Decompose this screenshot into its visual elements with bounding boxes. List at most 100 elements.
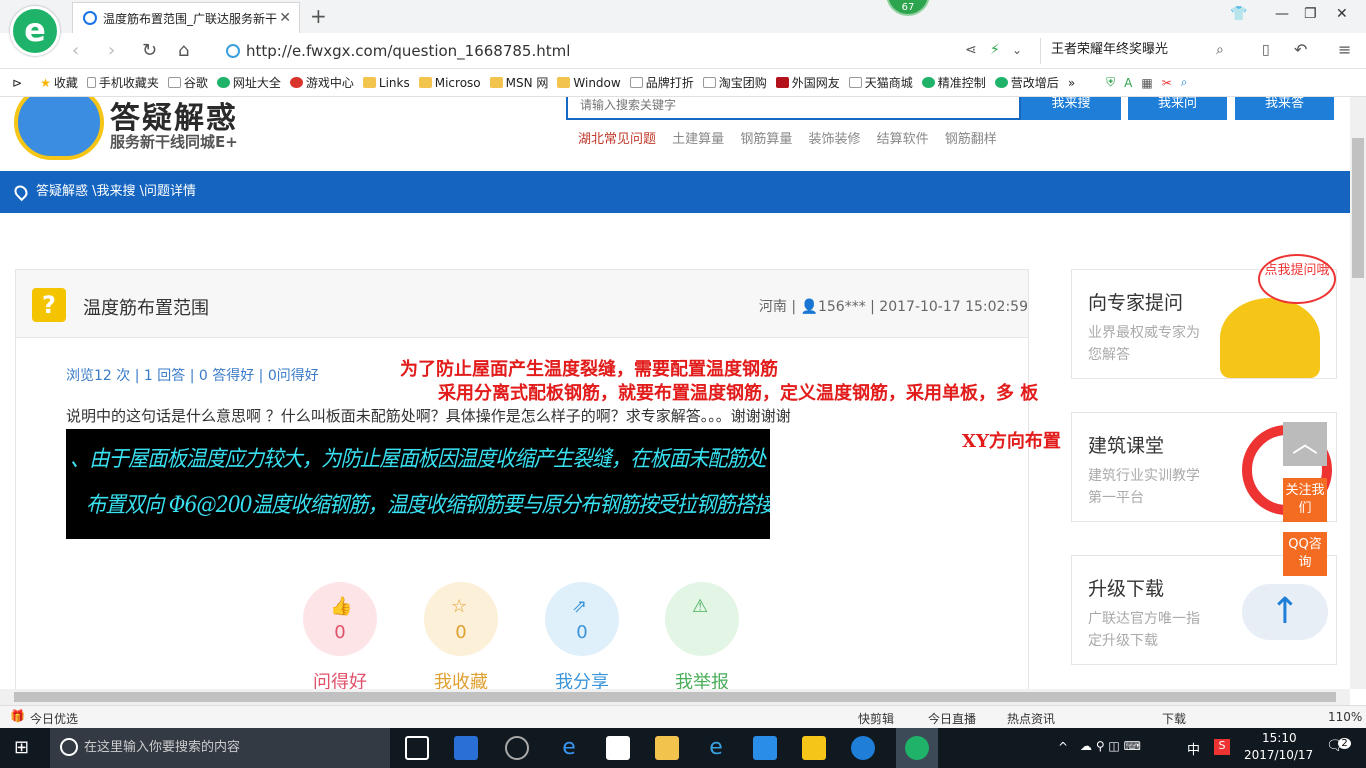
tab-close-icon[interactable]: ✕: [279, 10, 291, 26]
forward-icon[interactable]: ›: [108, 40, 115, 61]
status-item[interactable]: 今日直播: [928, 710, 976, 727]
back-to-top-button[interactable]: ︿: [1283, 422, 1327, 466]
warning-icon: ⚠: [692, 596, 709, 617]
bookmark-item[interactable]: 手机收藏夹: [86, 74, 159, 91]
game-icon: [289, 77, 303, 88]
back-icon[interactable]: ‹: [72, 40, 79, 61]
site-info-icon[interactable]: [226, 44, 240, 58]
follow-us-button[interactable]: 关注我们: [1283, 478, 1327, 522]
notes-icon[interactable]: [802, 736, 826, 760]
bookmark-item[interactable]: 网址大全: [216, 74, 281, 91]
zoom-level[interactable]: 110%: [1328, 710, 1362, 724]
bookmark-favorites[interactable]: ★ 收藏: [40, 74, 78, 91]
report-button[interactable]: ⚠ 我举报: [665, 582, 739, 689]
shirt-icon[interactable]: 👕: [1230, 6, 1247, 22]
speed-icon[interactable]: ⚡: [990, 42, 1000, 58]
search-icon[interactable]: ⌕: [1216, 42, 1224, 58]
hot-link[interactable]: 装饰装修: [808, 132, 860, 147]
dropdown-icon[interactable]: ⌄: [1012, 43, 1022, 57]
app-icon[interactable]: [505, 736, 529, 760]
ask-button[interactable]: 我来问: [1128, 97, 1227, 120]
hot-link[interactable]: 结算软件: [877, 132, 929, 147]
site-slogan: 服务新干线同城E+: [110, 133, 238, 151]
share-button[interactable]: ⇗ 0 我分享: [545, 582, 619, 689]
phone-icon[interactable]: ▯: [1262, 42, 1270, 58]
minimize-icon[interactable]: —: [1275, 6, 1289, 22]
good-question-button[interactable]: 👍 0 问得好: [303, 582, 377, 689]
bookmark-item[interactable]: 淘宝团购: [702, 74, 767, 91]
edge-icon[interactable]: e: [557, 736, 581, 760]
close-window-icon[interactable]: ✕: [1336, 6, 1348, 22]
search-input[interactable]: [566, 97, 1021, 120]
store-icon[interactable]: [606, 736, 630, 760]
restore-icon[interactable]: ❐: [1304, 6, 1317, 22]
status-bar: 🎁 今日优选 快剪辑 今日直播 热点资讯 下载 110%: [0, 705, 1366, 728]
home-icon[interactable]: ⌂: [178, 40, 189, 61]
explorer-icon[interactable]: [655, 736, 679, 760]
answer-button[interactable]: 我来答: [1235, 97, 1334, 120]
hot-link[interactable]: 湖北常见问题: [578, 132, 656, 147]
hot-link[interactable]: 土建算量: [672, 132, 724, 147]
clock-date[interactable]: 2017/10/17: [1244, 748, 1313, 762]
horizontal-scroll-thumb[interactable]: [14, 692, 1336, 702]
bookmark-item[interactable]: Links: [362, 76, 410, 90]
bookmark-item[interactable]: 天猫商城: [848, 74, 913, 91]
sogou-icon[interactable]: S: [1214, 739, 1230, 755]
question-description: 说明中的这句话是什么意思啊 ？什么叫板面未配筋处啊？具体操作是怎么样子的啊？求专…: [66, 407, 791, 425]
bookmark-item[interactable]: Window: [557, 76, 621, 90]
status-item[interactable]: 下载: [1162, 710, 1186, 727]
bookmark-item[interactable]: 游戏中心: [289, 74, 354, 91]
browser-logo-icon[interactable]: e: [10, 6, 60, 56]
reload-icon[interactable]: ↻: [142, 40, 157, 61]
undo-icon[interactable]: ↶: [1294, 40, 1307, 59]
star-icon: ★: [40, 75, 51, 90]
vertical-scroll-thumb[interactable]: [1352, 138, 1364, 278]
app-icon[interactable]: [454, 736, 478, 760]
browser-icon[interactable]: [905, 736, 929, 760]
menu-icon[interactable]: ≡: [1338, 40, 1351, 59]
cloud-upload-icon: ↑: [1242, 584, 1328, 640]
search-button[interactable]: 我来搜: [1021, 97, 1121, 120]
url-field[interactable]: http://e.fwxgx.com/question_1668785.html: [226, 38, 1036, 64]
status-left[interactable]: 今日优选: [30, 710, 78, 727]
hot-link[interactable]: 钢筋算量: [740, 132, 792, 147]
bookmark-item[interactable]: 谷歌: [167, 74, 208, 91]
bookmark-item[interactable]: 营改增后: [994, 74, 1059, 91]
ime-indicator[interactable]: 中: [1187, 739, 1200, 758]
bookmark-item[interactable]: 品牌打折: [629, 74, 694, 91]
translate-icon[interactable]: A: [1124, 76, 1132, 90]
tray-chevron-icon[interactable]: ^: [1058, 740, 1068, 754]
taskbar-search[interactable]: 在这里输入你要搜索的内容: [50, 728, 390, 768]
search-icon[interactable]: ⌕: [1181, 75, 1188, 90]
new-tab-button[interactable]: +: [310, 4, 327, 28]
ie-icon[interactable]: e: [704, 736, 728, 760]
tray-icons[interactable]: ☁ ⚲ ◫ ⌨: [1080, 739, 1141, 753]
ask-me-bubble[interactable]: 点我提问哦: [1258, 254, 1336, 304]
qq-consult-button[interactable]: QQ咨询: [1283, 532, 1327, 576]
task-view-icon[interactable]: [405, 736, 429, 760]
status-item[interactable]: 快剪辑: [858, 710, 894, 727]
notification-badge[interactable]: 67: [886, 0, 930, 16]
expert-subtitle: 业界最权威专家为您解答: [1088, 325, 1200, 363]
clock-time[interactable]: 15:10: [1262, 731, 1297, 745]
search-suggestion[interactable]: 王者荣耀年终奖曝光: [1040, 38, 1240, 64]
scissors-icon[interactable]: ✂: [1162, 76, 1172, 90]
sidebar-toggle-icon[interactable]: ⊳: [12, 76, 22, 90]
breadcrumb-text[interactable]: 答疑解惑 \我来搜 \问题详情: [36, 184, 196, 199]
share-icon[interactable]: ⋖: [965, 42, 977, 58]
hot-link[interactable]: 钢筋翻样: [945, 132, 997, 147]
bookmark-item[interactable]: MSN 网: [489, 74, 548, 91]
windows-start-icon[interactable]: ⊞: [14, 737, 29, 758]
expert-card[interactable]: 向专家提问 业界最权威专家为您解答 点我提问哦: [1071, 254, 1337, 379]
app-icon[interactable]: [753, 736, 777, 760]
bookmark-item[interactable]: Microso: [418, 76, 481, 90]
grid-icon[interactable]: ▦: [1141, 76, 1152, 90]
bookmark-item[interactable]: 外国网友: [775, 74, 840, 91]
favorite-button[interactable]: ☆ 0 我收藏: [424, 582, 498, 689]
bookmark-item[interactable]: 精准控制: [921, 74, 986, 91]
app-icon[interactable]: [851, 736, 875, 760]
browser-tab[interactable]: 温度筋布置范围_广联达服务新干 ✕: [72, 2, 300, 33]
status-item[interactable]: 热点资讯: [1007, 710, 1055, 727]
shield-icon[interactable]: ⛨: [1106, 75, 1115, 90]
more-bookmarks-icon[interactable]: »: [1068, 76, 1075, 90]
